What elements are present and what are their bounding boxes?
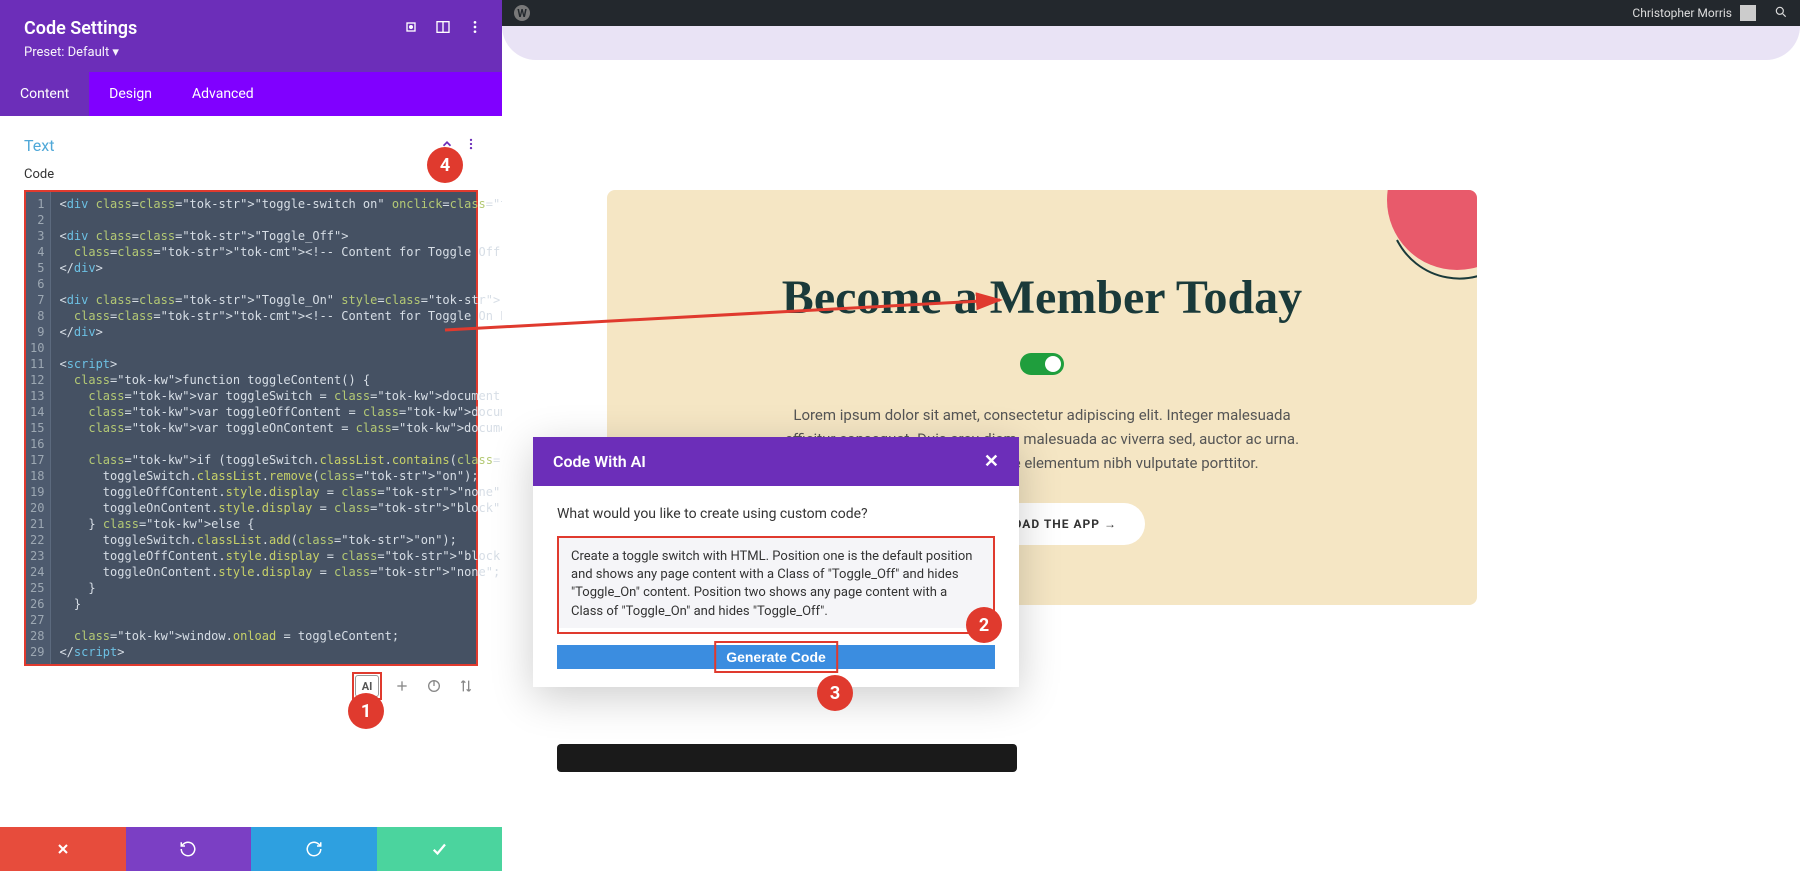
tab-advanced[interactable]: Advanced (172, 72, 274, 116)
generate-code-button[interactable]: Generate Code (557, 645, 995, 669)
avatar[interactable] (1740, 5, 1756, 21)
callout-4: 4 (427, 147, 463, 183)
callout-3: 3 (817, 675, 853, 711)
code-toolbar: AI (0, 666, 502, 706)
wp-admin-bar[interactable]: W Christopher Morris (502, 0, 1800, 26)
wordpress-logo-icon[interactable]: W (514, 5, 530, 21)
code-with-ai-modal: Code With AI ✕ What would you like to cr… (533, 437, 1019, 687)
callout-1: 1 (348, 693, 384, 729)
ai-question: What would you like to create using cust… (557, 506, 995, 522)
search-icon[interactable] (1774, 5, 1788, 22)
more-vert-icon[interactable] (466, 18, 484, 36)
plus-icon[interactable] (390, 674, 414, 698)
sort-arrows-icon[interactable] (454, 674, 478, 698)
ai-modal-title: Code With AI (553, 452, 646, 471)
close-icon[interactable]: ✕ (984, 451, 999, 472)
callout-2: 2 (966, 607, 1002, 643)
code-settings-panel: Code Settings Preset: Default ▾ Content … (0, 0, 502, 871)
hero-band (502, 26, 1800, 60)
undo-button[interactable] (126, 827, 252, 871)
section-title[interactable]: Text (24, 136, 54, 155)
save-button[interactable] (377, 827, 503, 871)
decorative-blob-icon (1357, 190, 1477, 310)
settings-tabs: Content Design Advanced (0, 72, 502, 116)
footer-actions (0, 827, 502, 871)
panel-header: Code Settings Preset: Default ▾ (0, 0, 502, 72)
power-icon[interactable] (422, 674, 446, 698)
code-editor[interactable]: 1234567891011121314151617181920212223242… (24, 190, 478, 666)
columns-icon[interactable] (434, 18, 452, 36)
cancel-button[interactable] (0, 827, 126, 871)
section-text: Text (0, 116, 502, 163)
panel-preset[interactable]: Preset: Default ▾ (24, 45, 478, 60)
focus-icon[interactable] (402, 18, 420, 36)
toggle-switch[interactable] (1020, 353, 1064, 375)
redo-button[interactable] (251, 827, 377, 871)
preview-footer (557, 744, 1017, 772)
tab-design[interactable]: Design (89, 72, 172, 116)
hero-title: Become a Member Today (667, 270, 1417, 325)
tab-content[interactable]: Content (0, 72, 89, 116)
more-vert-icon[interactable] (464, 136, 478, 155)
wp-user-name[interactable]: Christopher Morris (1632, 6, 1732, 20)
ai-prompt-textarea[interactable] (559, 538, 993, 628)
